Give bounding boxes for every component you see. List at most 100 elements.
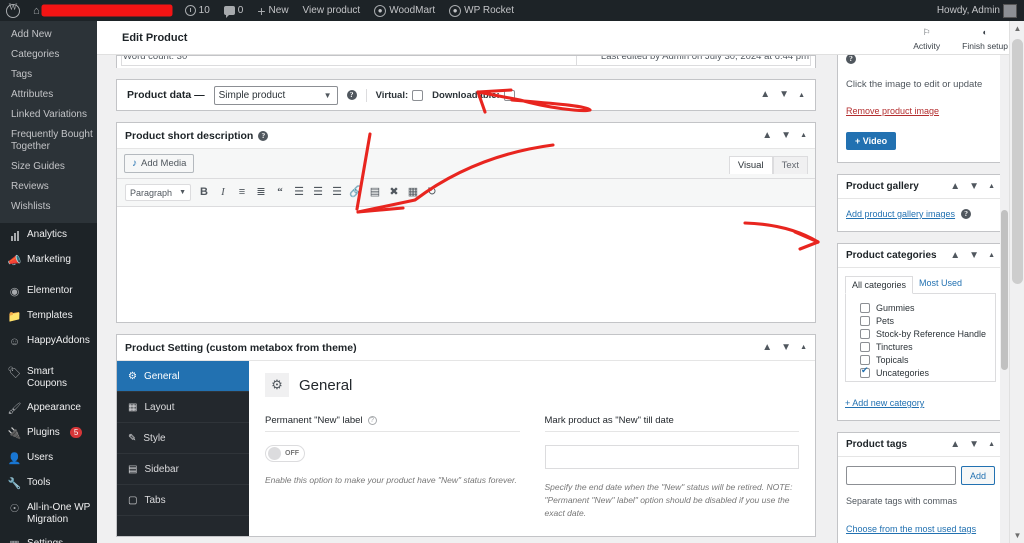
downloadable-checkbox-label[interactable]: Downloadable: bbox=[432, 89, 515, 101]
move-up-icon[interactable]: ▲ bbox=[762, 130, 772, 141]
link-icon[interactable]: 🔗 bbox=[349, 187, 363, 198]
inner-scrollbar-thumb[interactable] bbox=[1001, 210, 1008, 370]
ps-tab-style[interactable]: ✎ Style bbox=[117, 423, 249, 454]
toggle-panel-icon[interactable]: ▲ bbox=[988, 252, 995, 259]
category-checkbox[interactable] bbox=[860, 341, 870, 352]
scroll-down-arrow[interactable]: ▼ bbox=[1010, 528, 1024, 543]
tab-visual[interactable]: Visual bbox=[728, 155, 773, 174]
sidebar-item-add-new[interactable]: Add New bbox=[0, 25, 97, 45]
category-checkbox[interactable] bbox=[860, 365, 870, 378]
help-icon[interactable]: ? bbox=[258, 130, 269, 141]
sidebar-item-attributes[interactable]: Attributes bbox=[0, 85, 97, 105]
new-till-date-input[interactable] bbox=[544, 445, 799, 469]
category-item[interactable]: Topicals bbox=[852, 353, 989, 366]
category-checkbox[interactable] bbox=[860, 354, 870, 365]
category-item[interactable]: Tinctures bbox=[852, 340, 989, 353]
tab-most-used[interactable]: Most Used bbox=[913, 275, 968, 293]
move-down-icon[interactable]: ▼ bbox=[781, 342, 791, 353]
tab-all-categories[interactable]: All categories bbox=[845, 276, 914, 294]
category-checkbox[interactable] bbox=[860, 302, 870, 313]
question-mark-icon[interactable]: ? bbox=[367, 416, 377, 425]
remove-product-image-link[interactable]: Remove product image bbox=[846, 106, 939, 116]
add-tag-button[interactable]: Add bbox=[960, 466, 995, 485]
toggle-panel-icon[interactable]: ▲ bbox=[800, 344, 807, 351]
table-icon[interactable]: ▦ bbox=[407, 187, 419, 198]
window-scrollbar-thumb[interactable] bbox=[1012, 39, 1023, 284]
ps-tab-sidebar[interactable]: ▤ Sidebar bbox=[117, 454, 249, 485]
sidebar-item-smart-coupons[interactable]: 🏷 Smart Coupons bbox=[0, 360, 97, 396]
sidebar-item-reviews[interactable]: Reviews bbox=[0, 177, 97, 197]
updates-menu[interactable]: 10 bbox=[178, 0, 217, 21]
toggle-panel-icon[interactable]: ▲ bbox=[798, 92, 805, 99]
sidebar-item-size-guides[interactable]: Size Guides bbox=[0, 157, 97, 177]
tab-text[interactable]: Text bbox=[772, 155, 808, 174]
wordpress-logo-menu[interactable] bbox=[0, 0, 26, 21]
sidebar-item-users[interactable]: 👤 Users bbox=[0, 446, 97, 471]
move-up-icon[interactable]: ▲ bbox=[950, 439, 960, 450]
new-content-menu[interactable]: + New bbox=[250, 0, 295, 21]
sidebar-item-categories[interactable]: Categories bbox=[0, 45, 97, 65]
sidebar-item-settings[interactable]: ▦ Settings bbox=[0, 532, 97, 543]
scroll-up-arrow[interactable]: ▲ bbox=[1010, 21, 1024, 36]
window-scrollbar-track[interactable]: ▲ ▼ bbox=[1009, 21, 1024, 543]
italic-icon[interactable]: I bbox=[217, 187, 229, 198]
add-gallery-images-link[interactable]: Add product gallery images bbox=[846, 209, 955, 219]
undo-icon[interactable]: ↻ bbox=[426, 187, 438, 198]
category-checkbox[interactable] bbox=[860, 328, 870, 339]
short-description-textarea[interactable] bbox=[117, 207, 815, 322]
move-up-icon[interactable]: ▲ bbox=[760, 90, 770, 100]
toggle-panel-icon[interactable]: ▲ bbox=[988, 183, 995, 190]
site-name-menu[interactable]: ⌂ shop.xxxxxxxxxxxxxxx.com bbox=[26, 0, 178, 21]
most-used-tags-link[interactable]: Choose from the most used tags bbox=[846, 524, 976, 534]
sidebar-item-linked-variations[interactable]: Linked Variations bbox=[0, 105, 97, 125]
virtual-checkbox[interactable] bbox=[412, 89, 424, 101]
bulleted-list-icon[interactable]: ≡ bbox=[236, 187, 248, 198]
finish-setup-button[interactable]: ◐ Finish setup bbox=[962, 25, 1008, 51]
product-type-select[interactable]: Simple product ▼ bbox=[213, 85, 338, 105]
move-up-icon[interactable]: ▲ bbox=[762, 342, 772, 353]
toggle-panel-icon[interactable]: ▲ bbox=[800, 132, 807, 139]
category-item[interactable]: Pets bbox=[852, 314, 989, 327]
help-icon[interactable]: ? bbox=[961, 209, 972, 219]
toolbar-toggle-icon[interactable]: ✖ bbox=[388, 187, 400, 198]
inner-scrollbar-track[interactable] bbox=[1000, 55, 1009, 543]
add-new-category-link[interactable]: + Add new category bbox=[845, 398, 924, 408]
blockquote-icon[interactable]: “ bbox=[274, 187, 286, 198]
virtual-checkbox-label[interactable]: Virtual: bbox=[376, 89, 424, 101]
category-checkbox[interactable] bbox=[860, 315, 870, 326]
comments-menu[interactable]: 0 bbox=[217, 0, 251, 21]
bold-icon[interactable]: B bbox=[198, 187, 210, 198]
howdy-user-menu[interactable]: Howdy, Admin bbox=[930, 0, 1024, 21]
align-right-icon[interactable]: ☰ bbox=[331, 187, 343, 198]
add-video-button[interactable]: + Video bbox=[846, 132, 897, 150]
sidebar-item-wishlists[interactable]: Wishlists bbox=[0, 197, 97, 217]
woodmart-menu[interactable]: ● WoodMart bbox=[367, 0, 442, 21]
ps-tab-general[interactable]: ⚙ General bbox=[117, 361, 249, 392]
sidebar-item-plugins[interactable]: 🔌 Plugins 5 bbox=[0, 421, 97, 446]
sidebar-item-templates[interactable]: 📁 Templates bbox=[0, 304, 97, 329]
category-item[interactable]: Gummies bbox=[852, 301, 989, 314]
ps-tab-tabs[interactable]: ▢ Tabs bbox=[117, 485, 249, 516]
sidebar-item-marketing[interactable]: 📣 Marketing bbox=[0, 248, 97, 273]
category-item[interactable]: Stock-by Reference Handle bbox=[852, 327, 989, 340]
sidebar-item-analytics[interactable]: Analytics bbox=[0, 223, 97, 248]
move-down-icon[interactable]: ▼ bbox=[781, 130, 791, 141]
move-down-icon[interactable]: ▼ bbox=[969, 181, 979, 192]
numbered-list-icon[interactable]: ≣ bbox=[255, 187, 267, 198]
sidebar-item-tools[interactable]: 🔧 Tools bbox=[0, 471, 97, 496]
read-more-icon[interactable]: ▤ bbox=[369, 187, 381, 198]
align-left-icon[interactable]: ☰ bbox=[293, 187, 305, 198]
category-item[interactable]: Uncategories bbox=[852, 365, 989, 379]
move-down-icon[interactable]: ▼ bbox=[779, 90, 789, 100]
align-center-icon[interactable]: ☰ bbox=[312, 187, 324, 198]
tag-input[interactable] bbox=[846, 466, 956, 485]
sidebar-item-happyaddons[interactable]: ☺ HappyAddons bbox=[0, 329, 97, 354]
toggle-panel-icon[interactable]: ▲ bbox=[988, 441, 995, 448]
ps-tab-layout[interactable]: ▦ Layout bbox=[117, 392, 249, 423]
permanent-new-toggle[interactable]: OFF bbox=[265, 445, 305, 462]
sidebar-item-appearance[interactable]: 🖌 Appearance bbox=[0, 396, 97, 421]
sidebar-item-frequently-bought-together[interactable]: Frequently Bought Together bbox=[0, 125, 97, 157]
move-down-icon[interactable]: ▼ bbox=[969, 439, 979, 450]
sidebar-item-tags[interactable]: Tags bbox=[0, 65, 97, 85]
move-down-icon[interactable]: ▼ bbox=[969, 250, 979, 261]
